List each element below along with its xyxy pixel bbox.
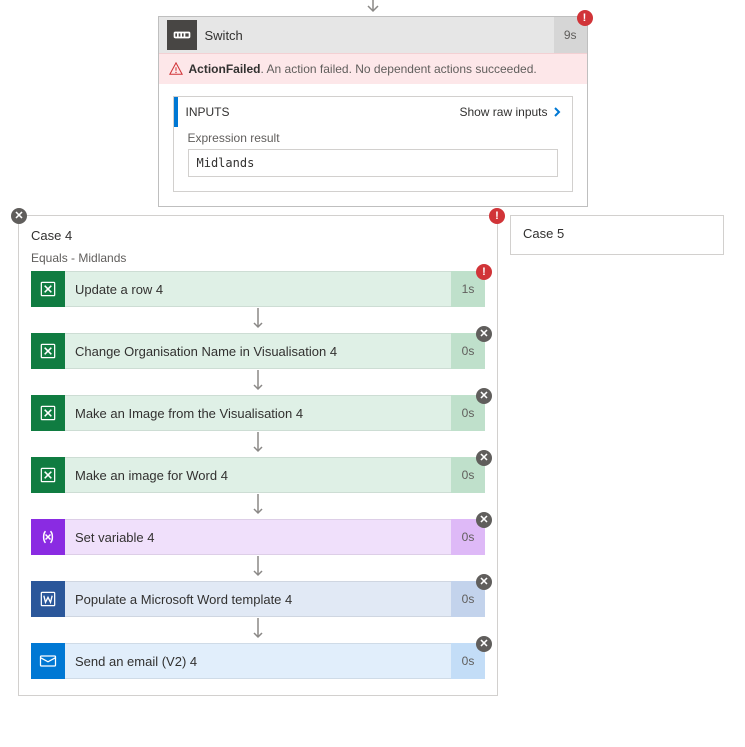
- action-label: Make an image for Word 4: [65, 457, 451, 493]
- error-bar: ActionFailed. An action failed. No depen…: [159, 53, 587, 84]
- excel-icon: [31, 333, 65, 369]
- error-badge-icon: !: [577, 10, 593, 26]
- inputs-accent-bar: [174, 97, 178, 127]
- case-4-card[interactable]: ✕ ! Case 4 Equals - Midlands ! Update a …: [18, 215, 498, 696]
- case-5-title: Case 5: [523, 226, 711, 241]
- warning-icon: [169, 62, 183, 76]
- error-badge-icon: !: [489, 208, 505, 224]
- flow-arrow: [31, 369, 485, 395]
- action-label: Populate a Microsoft Word template 4: [65, 581, 451, 617]
- switch-card[interactable]: ! Switch 9s ActionFailed. An action fail…: [158, 16, 588, 207]
- case-4-condition: Equals - Midlands: [31, 251, 485, 265]
- action-label: Send an email (V2) 4: [65, 643, 451, 679]
- skip-badge-icon: ✕: [476, 636, 492, 652]
- expression-result-value: Midlands: [188, 149, 558, 177]
- flow-arrow: [31, 307, 485, 333]
- action-label: Change Organisation Name in Visualisatio…: [65, 333, 451, 369]
- skip-badge-icon: ✕: [11, 208, 27, 224]
- excel-icon: [31, 457, 65, 493]
- action-label: Set variable 4: [65, 519, 451, 555]
- skip-badge-icon: ✕: [476, 512, 492, 528]
- switch-header[interactable]: Switch 9s: [159, 17, 587, 53]
- action-label: Make an Image from the Visualisation 4: [65, 395, 451, 431]
- excel-icon: [31, 395, 65, 431]
- excel-icon: [31, 271, 65, 307]
- skip-badge-icon: ✕: [476, 326, 492, 342]
- switch-title: Switch: [205, 28, 546, 43]
- error-badge-icon: !: [476, 264, 492, 280]
- action-make-image-from-vis[interactable]: ✕ Make an Image from the Visualisation 4…: [31, 395, 485, 431]
- action-set-variable[interactable]: ✕ Set variable 4 0s: [31, 519, 485, 555]
- switch-icon: [167, 20, 197, 50]
- word-icon: [31, 581, 65, 617]
- error-text: ActionFailed. An action failed. No depen…: [189, 62, 537, 76]
- expression-result-label: Expression result: [188, 131, 558, 145]
- case-4-title: Case 4: [31, 228, 485, 243]
- flow-arrow: [31, 555, 485, 581]
- skip-badge-icon: ✕: [476, 574, 492, 590]
- show-raw-inputs-link[interactable]: Show raw inputs: [459, 105, 561, 119]
- outlook-icon: [31, 643, 65, 679]
- flow-arrow-top: [0, 0, 745, 16]
- action-change-org-name[interactable]: ✕ Change Organisation Name in Visualisat…: [31, 333, 485, 369]
- action-update-row[interactable]: ! Update a row 4 1s: [31, 271, 485, 307]
- inputs-section: INPUTS Show raw inputs Expression result…: [173, 96, 573, 192]
- action-label: Update a row 4: [65, 271, 451, 307]
- inputs-label: INPUTS: [186, 105, 452, 119]
- skip-badge-icon: ✕: [476, 388, 492, 404]
- flow-arrow: [31, 617, 485, 643]
- flow-arrow: [31, 431, 485, 457]
- action-make-image-for-word[interactable]: ✕ Make an image for Word 4 0s: [31, 457, 485, 493]
- action-send-email[interactable]: ✕ Send an email (V2) 4 0s: [31, 643, 485, 679]
- case-5-card[interactable]: Case 5: [510, 215, 724, 255]
- action-populate-word-template[interactable]: ✕ Populate a Microsoft Word template 4 0…: [31, 581, 485, 617]
- flow-arrow: [31, 493, 485, 519]
- skip-badge-icon: ✕: [476, 450, 492, 466]
- variable-icon: [31, 519, 65, 555]
- chevron-right-icon: [552, 107, 562, 117]
